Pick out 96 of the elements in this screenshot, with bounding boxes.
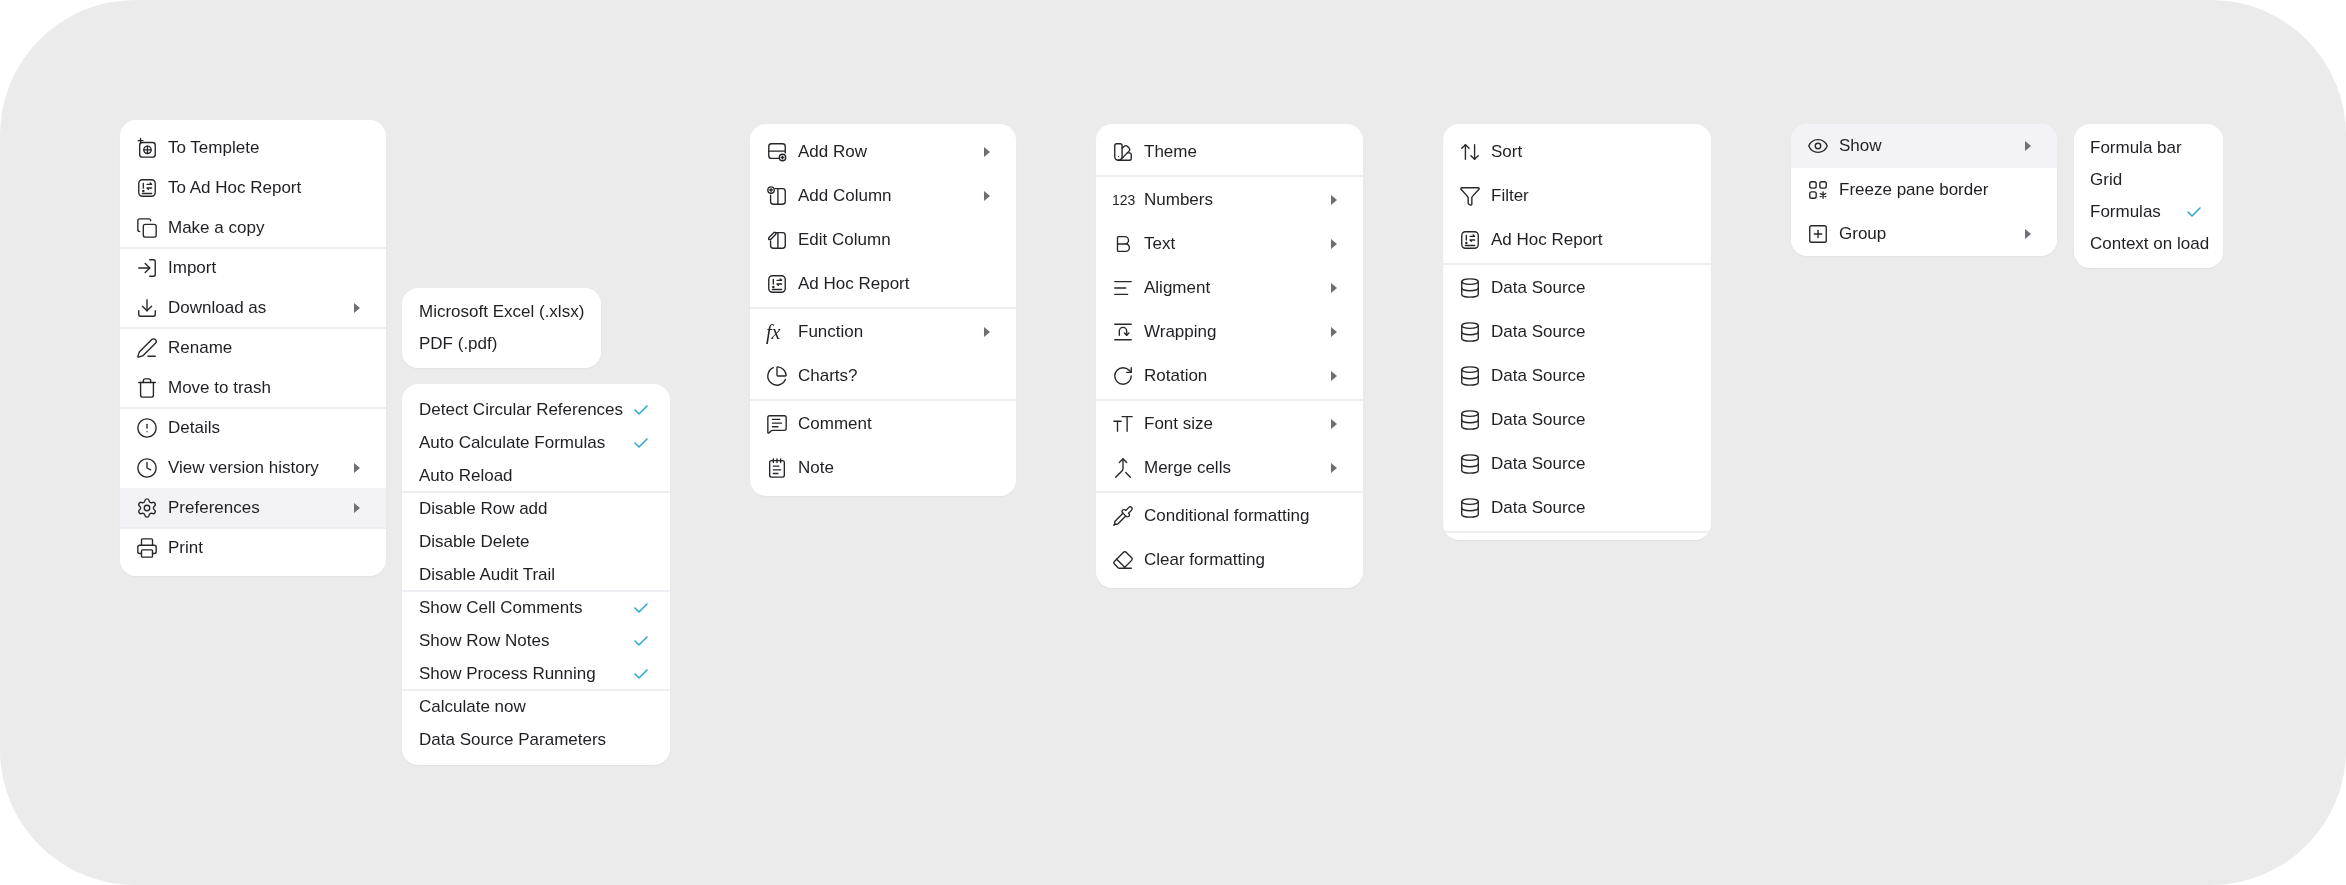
menu-checkbox-item[interactable]: Formulas (2074, 196, 2223, 228)
menu-item[interactable]: Wrapping (1096, 310, 1363, 354)
menu-item[interactable]: Microsoft Excel (.xlsx) (402, 296, 601, 328)
menu-item[interactable]: Ad Hoc Report (750, 262, 1016, 306)
menu-checkbox-item[interactable]: Context on load (2074, 228, 2223, 260)
menu-item[interactable]: Font size (1096, 402, 1363, 446)
menu-item[interactable]: Data Source (1443, 354, 1711, 398)
database-icon (1459, 321, 1481, 343)
menu-item[interactable]: Make a copy (120, 208, 386, 248)
sign-in-icon (136, 257, 158, 279)
menu-item[interactable]: Data Source (1443, 398, 1711, 442)
menu-item[interactable]: Charts? (750, 354, 1016, 398)
menu-item[interactable]: Freeze pane border (1791, 168, 2057, 212)
printer-icon (136, 537, 158, 559)
menu-item[interactable]: Data Source (1443, 486, 1711, 530)
column-pencil-icon (766, 229, 788, 251)
menu-checkbox-item[interactable]: Disable Delete (402, 525, 670, 558)
menu-checkbox-item[interactable]: Disable Audit Trail (402, 558, 670, 591)
wrap-text-icon (1112, 321, 1134, 343)
menu-item[interactable]: Rename (120, 328, 386, 368)
menu-item[interactable]: Comment (750, 402, 1016, 446)
settings-icon (136, 497, 158, 519)
notepad-icon (766, 457, 788, 479)
rotate-icon (1112, 365, 1134, 387)
menu-checkbox-item[interactable]: Show Row Notes (402, 624, 670, 657)
numbers-icon: 123 (1112, 193, 1136, 207)
download-icon (136, 297, 158, 319)
menu-item[interactable]: To Ad Hoc Report (120, 168, 386, 208)
menu-checkbox-item[interactable]: Show Cell Comments (402, 591, 670, 624)
pie-chart-icon (766, 365, 788, 387)
menu-item[interactable]: View version history (120, 448, 386, 488)
report-icon (1459, 229, 1481, 251)
comment-icon (766, 413, 788, 435)
menu-item[interactable]: Data Source (1443, 310, 1711, 354)
copy-icon (136, 217, 158, 239)
menu-checkbox-item[interactable]: Calculate now (402, 690, 670, 723)
menu-item[interactable]: Text (1096, 222, 1363, 266)
menu-item[interactable]: Note (750, 446, 1016, 490)
menu-item[interactable]: Show (1791, 124, 2057, 168)
pipette-icon (1112, 505, 1134, 527)
menu-checkbox-item[interactable]: Show Process Running (402, 657, 670, 690)
menu-item[interactable]: Sort (1443, 130, 1711, 174)
filter-icon (1459, 185, 1481, 207)
database-icon (1459, 409, 1481, 431)
menu-item[interactable]: Theme (1096, 130, 1363, 174)
menu-item[interactable]: Add Row (750, 130, 1016, 174)
column-plus-icon (766, 185, 788, 207)
eraser-icon (1112, 549, 1134, 571)
menu-item[interactable]: Move to trash (120, 368, 386, 408)
menu-item[interactable]: Import (120, 248, 386, 288)
menu-checkbox-item[interactable]: Disable Row add (402, 492, 670, 525)
pencil-icon (136, 337, 158, 359)
menu-item[interactable]: Filter (1443, 174, 1711, 218)
database-icon (1459, 453, 1481, 475)
menu-item[interactable]: Add Column (750, 174, 1016, 218)
menu-item[interactable]: Clear formatting (1096, 538, 1363, 582)
menu-item[interactable]: Print (120, 528, 386, 568)
menu-item[interactable]: Aligment (1096, 266, 1363, 310)
menu-checkbox-item[interactable]: Grid (2074, 164, 2223, 196)
menu-item[interactable]: Edit Column (750, 218, 1016, 262)
menu-item[interactable]: Merge cells (1096, 446, 1363, 490)
menu-checkbox-item[interactable]: Auto Reload (402, 459, 670, 492)
report-icon (136, 177, 158, 199)
menu-item[interactable]: Preferences (120, 488, 386, 528)
menu-item[interactable]: Ad Hoc Report (1443, 218, 1711, 262)
function-icon: fx (766, 322, 781, 342)
menu-item[interactable]: PDF (.pdf) (402, 328, 601, 360)
alert-circle-icon (136, 417, 158, 439)
layout-plus-icon (136, 137, 158, 159)
menu-item[interactable]: Conditional formatting (1096, 494, 1363, 538)
menu-item[interactable]: 123 Numbers (1096, 178, 1363, 222)
database-icon (1459, 365, 1481, 387)
menu-checkbox-item[interactable]: Data Source Parameters (402, 723, 670, 756)
menu-checkbox-item[interactable]: Detect Circular References (402, 393, 670, 426)
menu-item[interactable]: Data Source (1443, 442, 1711, 486)
report-icon (766, 273, 788, 295)
squares-asterisk-icon (1807, 179, 1829, 201)
menu-checkbox-item[interactable]: Formula bar (2074, 132, 2223, 164)
menu-item[interactable]: To Templete (120, 128, 386, 168)
merge-icon (1112, 457, 1134, 479)
database-icon (1459, 497, 1481, 519)
menu-item[interactable]: fx Function (750, 310, 1016, 354)
menu-item[interactable]: Rotation (1096, 354, 1363, 398)
trash-icon (136, 377, 158, 399)
database-icon (1459, 277, 1481, 299)
menu-checkbox-item[interactable]: Auto Calculate Formulas (402, 426, 670, 459)
plus-square-icon (1807, 223, 1829, 245)
table-row-plus-icon (766, 141, 788, 163)
swatch-book-icon (1112, 141, 1134, 163)
clock-icon (136, 457, 158, 479)
sort-icon (1459, 141, 1481, 163)
menu-item[interactable]: Details (120, 408, 386, 448)
menu-item[interactable]: Group (1791, 212, 2057, 256)
menu-item[interactable]: Data Source (1443, 266, 1711, 310)
font-size-icon (1112, 413, 1134, 435)
menu-item[interactable]: Download as (120, 288, 386, 328)
